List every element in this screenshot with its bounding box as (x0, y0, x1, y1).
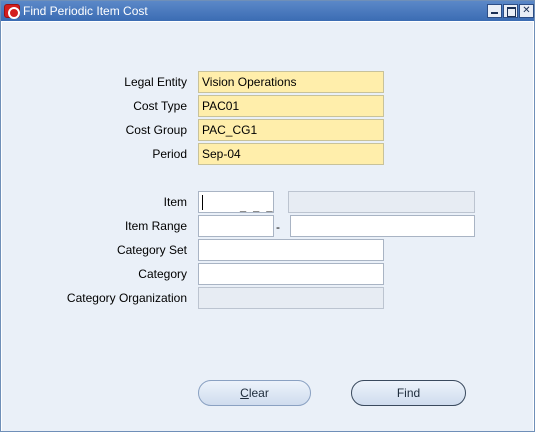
category-organization-field (198, 287, 384, 309)
category-set-field[interactable] (198, 239, 384, 261)
cost-group-field[interactable]: PAC_CG1 (198, 119, 384, 141)
close-button[interactable]: ✕ (519, 4, 534, 18)
form-area: Legal Entity Vision Operations Cost Type… (2, 22, 533, 431)
category-organization-label: Category Organization (66, 291, 187, 305)
maximize-button[interactable] (503, 4, 518, 18)
oracle-app-icon (4, 4, 20, 19)
cost-type-field[interactable]: PAC01 (198, 95, 384, 117)
cost-type-label: Cost Type (133, 99, 187, 113)
category-set-label: Category Set (116, 243, 187, 257)
find-button[interactable]: Find (351, 380, 466, 406)
clear-mnemonic: C (240, 386, 249, 400)
item-range-to-field[interactable] (290, 215, 475, 237)
clear-label: lear (248, 386, 269, 400)
find-periodic-item-cost-window: Find Periodic Item Cost ✕ Legal Entity V… (0, 0, 535, 432)
cost-group-label: Cost Group (125, 123, 187, 137)
title-bar[interactable]: Find Periodic Item Cost ✕ (1, 1, 534, 21)
period-label: Period (152, 147, 187, 161)
item-range-label: Item Range (124, 219, 187, 233)
item-range-separator: - (276, 220, 280, 234)
text-caret (202, 195, 203, 210)
item-segment-hint: _ _ _ (240, 201, 274, 213)
item-description-field (288, 191, 475, 213)
category-label: Category (138, 267, 187, 281)
item-label: Item (163, 195, 187, 209)
period-field[interactable]: Sep-04 (198, 143, 384, 165)
minimize-button[interactable] (487, 4, 502, 18)
item-field[interactable]: _ _ _ (198, 191, 274, 213)
item-range-from-field[interactable] (198, 215, 274, 237)
close-icon: ✕ (522, 5, 531, 16)
category-field[interactable] (198, 263, 384, 285)
window-title: Find Periodic Item Cost (23, 4, 148, 18)
legal-entity-field[interactable]: Vision Operations (198, 71, 384, 93)
clear-button[interactable]: Clear (198, 380, 311, 406)
legal-entity-label: Legal Entity (124, 75, 187, 89)
